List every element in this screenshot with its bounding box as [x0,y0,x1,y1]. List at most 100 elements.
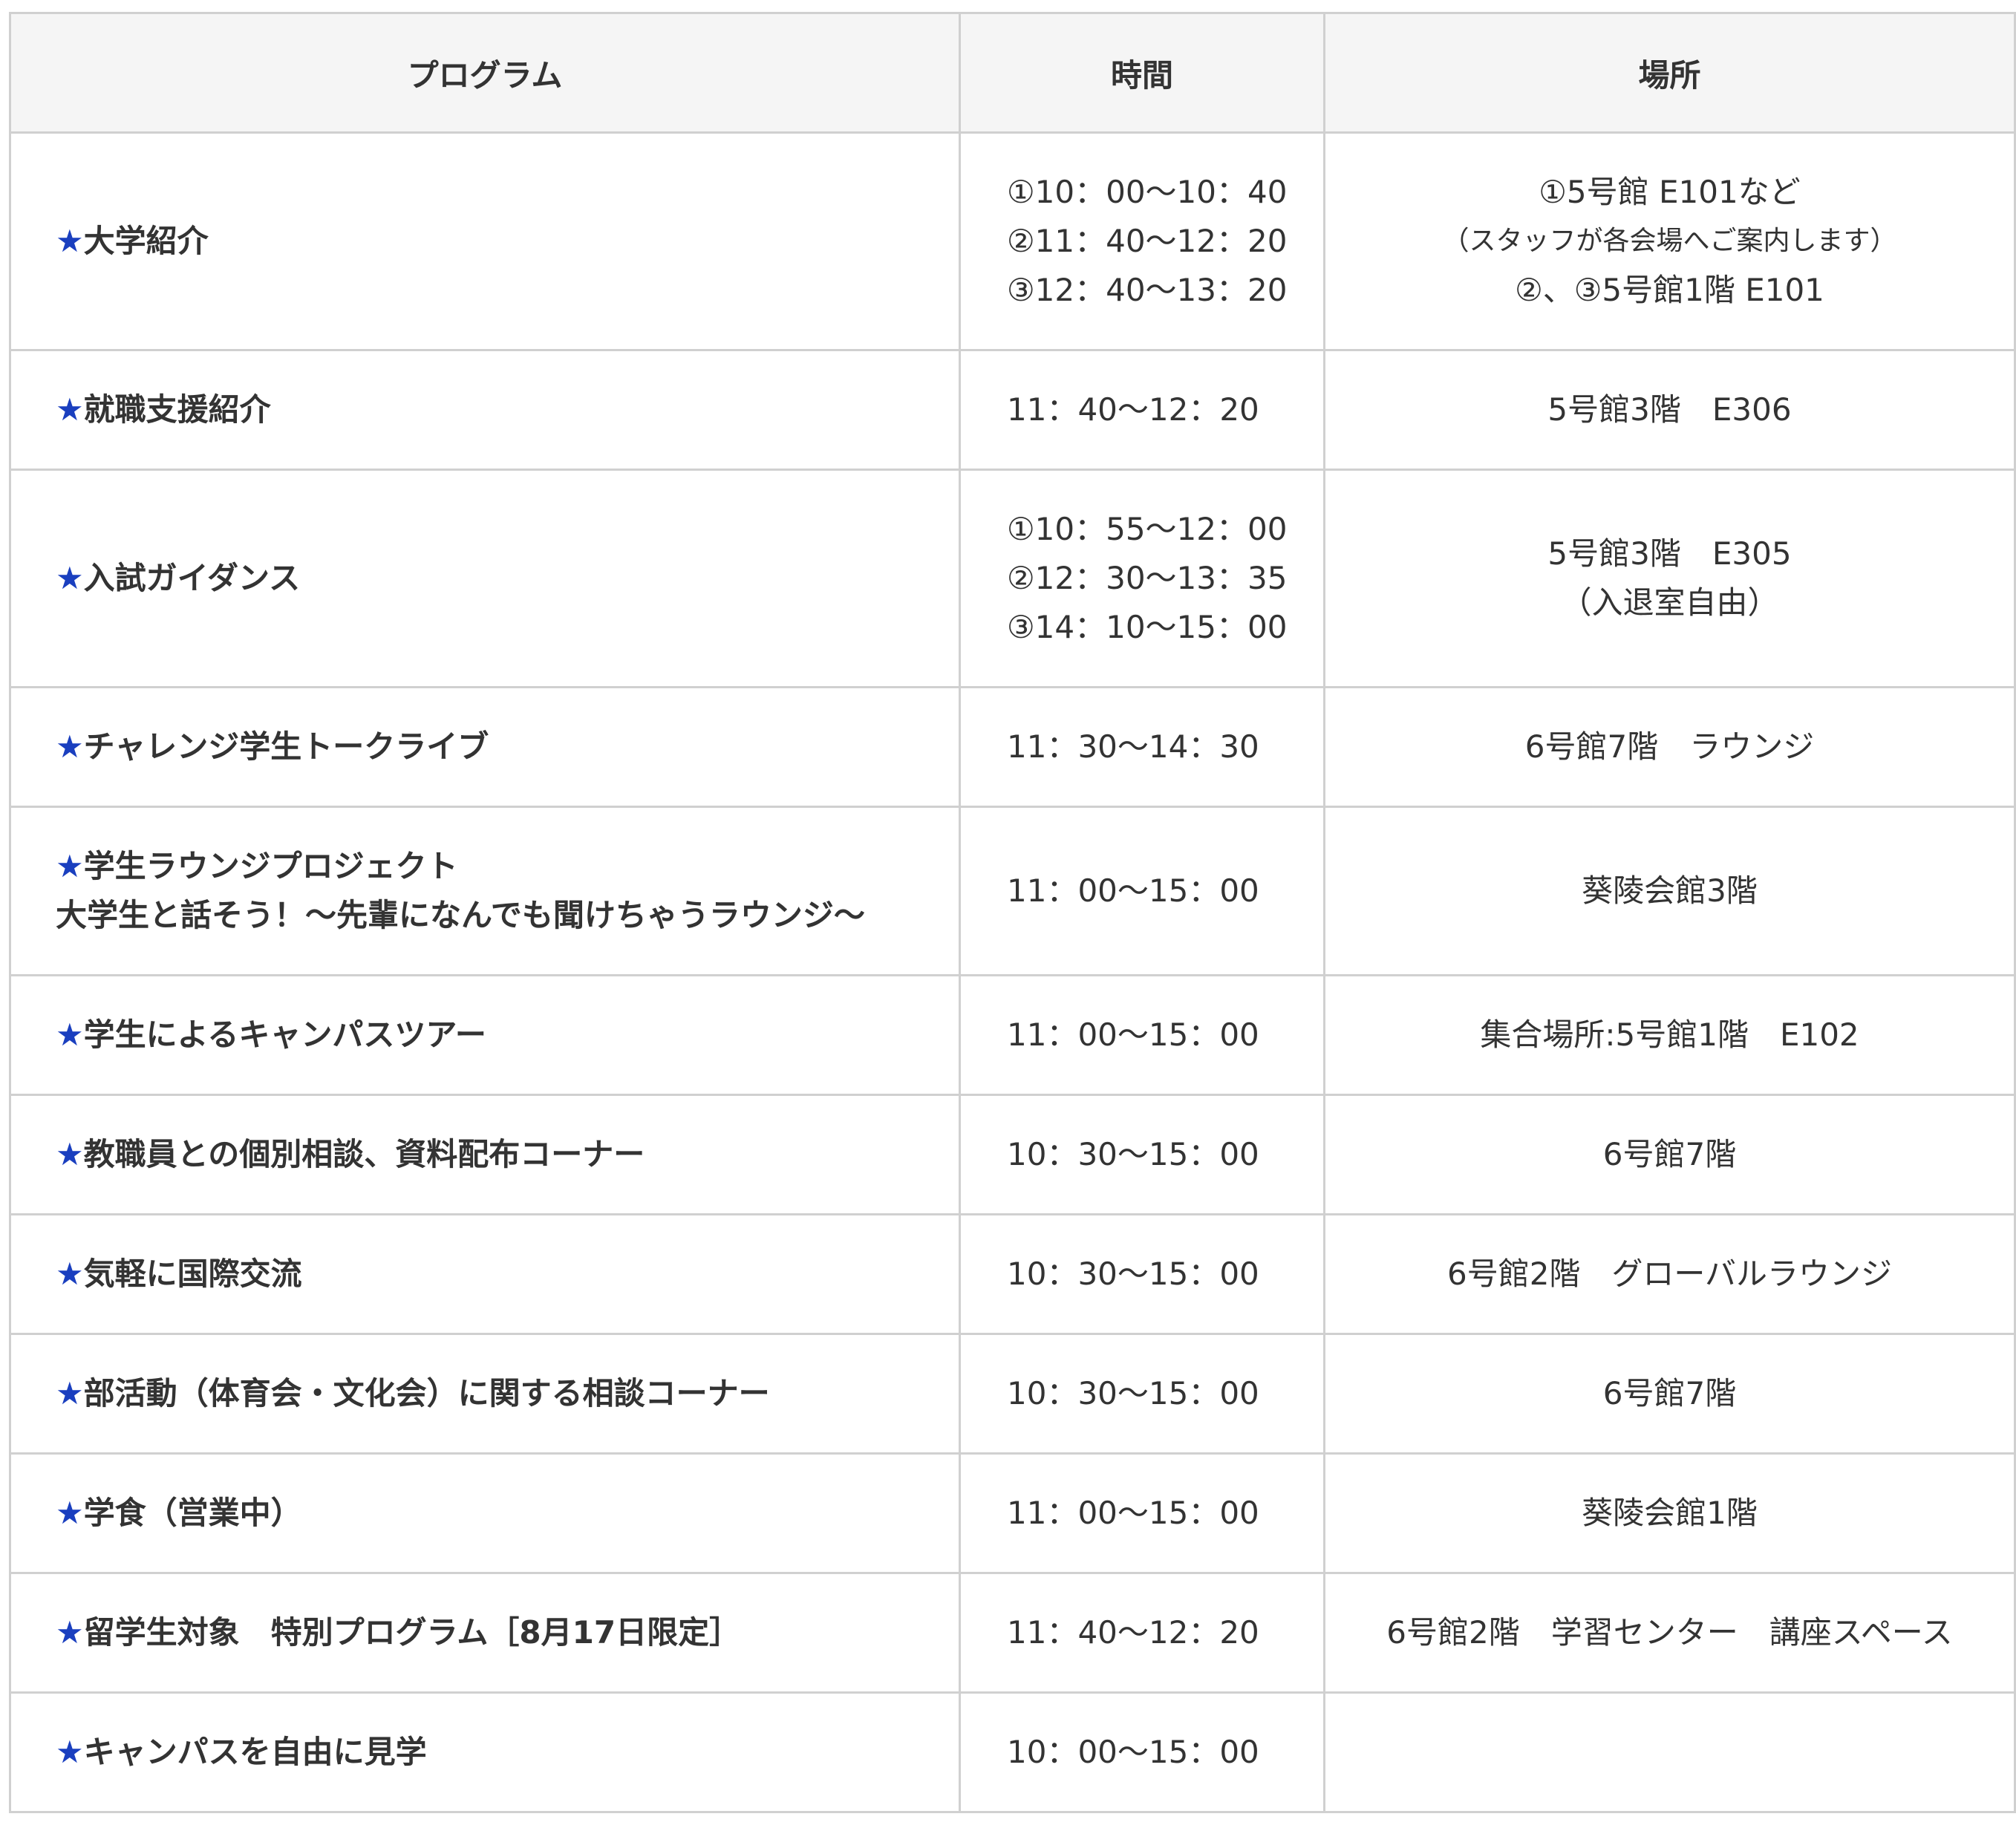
star-icon: ★ [56,223,84,259]
program-cell: ★キャンパスを自由に見学 [9,1691,961,1813]
star-icon: ★ [56,1136,84,1172]
place-line: 集合場所:5号館1階 E102 [1480,1016,1859,1053]
program-name: 大学紹介 [83,223,209,259]
program-line: ★キャンパスを自由に見学 [56,1728,944,1777]
time-line: ①10：55〜12：00 [1007,511,1288,547]
table-row: ★大学紹介 ①10：00〜10：40 ②11：40〜12：20 ③12：40〜13：2… [9,131,2016,351]
star-icon: ★ [56,1734,84,1770]
time-line: ③12：40〜13：20 [1007,272,1288,308]
place-cell: 6号館2階 グローバルラウンジ [1323,1213,2016,1335]
program-name: 入試ガイダンス [83,560,301,596]
time-line: 10：30〜15：00 [1007,1375,1259,1411]
program-cell: ★就職支援紹介 [9,349,961,471]
table-row: ★学生によるキャンパスツアー 11：00〜15：00 集合場所:5号館1階 E102 [9,974,2016,1096]
time-line: 11：00〜15：00 [1007,872,1259,909]
program-line: ★気軽に国際交流 [56,1250,944,1299]
star-icon: ★ [56,1016,84,1053]
program-name: 学生ラウンジプロジェクト [83,848,458,884]
time-line: ②12：30〜13：35 [1007,560,1288,596]
program-line: ★部活動（体育会・文化会）に関する相談コーナー [56,1369,944,1418]
program-name: 部活動（体育会・文化会）に関する相談コーナー [83,1375,770,1411]
time-line: 10：00〜15：00 [1007,1734,1259,1770]
header-time: 時間 [959,12,1325,134]
program-name: 学食（営業中） [83,1495,302,1531]
star-icon: ★ [56,391,84,428]
program-line: ★入試ガイダンス [56,554,944,603]
program-cell: ★部活動（体育会・文化会）に関する相談コーナー [9,1333,961,1455]
time-line: ③14：10〜15：00 [1007,609,1288,645]
star-icon: ★ [56,560,84,596]
program-cell: ★気軽に国際交流 [9,1213,961,1335]
place-line: 5号館3階 E305 [1547,535,1792,572]
time-line: ①10：00〜10：40 [1007,174,1288,210]
program-line: ★学食（営業中） [56,1489,944,1538]
program-name: 学生によるキャンパスツアー [83,1016,486,1053]
star-icon: ★ [56,728,84,765]
header-program: プログラム [9,12,961,134]
time-line: 11：40〜12：20 [1007,391,1259,428]
place-cell: ①5号館 E101など （スタッフが各会場へご案内します） ②、③5号館1階 E10… [1323,131,2016,351]
program-line: ★チャレンジ学生トークライブ [56,722,944,771]
program-cell: ★大学紹介 [9,131,961,351]
time-line: 11：30〜14：30 [1007,728,1259,765]
table-body: ★大学紹介 ①10：00〜10：40 ②11：40〜12：20 ③12：40〜13：2… [9,131,2016,1813]
place-line: 葵陵会館1階 [1582,1495,1758,1531]
table-row: ★学生ラウンジプロジェクト 大学生と話そう！〜先輩になんでも聞けちゃうラウンジ〜 1… [9,806,2016,976]
program-cell: ★留学生対象 特別プログラム［8月17日限定］ [9,1572,961,1694]
time-cell: 11：40〜12：20 [959,1572,1325,1694]
program-line: ★就職支援紹介 [56,385,944,434]
star-icon: ★ [56,848,84,884]
table-row: ★留学生対象 特別プログラム［8月17日限定］ 11：40〜12：20 6号館2階 … [9,1572,2016,1694]
program-name: 気軽に国際交流 [83,1256,302,1292]
place-cell: 6号館7階 [1323,1333,2016,1455]
time-cell: 11：40〜12：20 [959,349,1325,471]
place-line: 6号館2階 学習センター 講座スペース [1386,1614,1953,1651]
table-row: ★部活動（体育会・文化会）に関する相談コーナー 10：30〜15：00 6号館7階 [9,1333,2016,1455]
time-cell: 10：30〜15：00 [959,1094,1325,1215]
schedule-table: プログラム 時間 場所 ★大学紹介 ①10：00〜10：40 ②11：40〜12：2… [9,12,2016,1813]
place-line: 6号館2階 グローバルラウンジ [1446,1256,1893,1292]
time-line: ②11：40〜12：20 [1007,223,1288,259]
table-row: ★入試ガイダンス ①10：55〜12：00 ②12：30〜13：35 ③14：10〜1… [9,469,2016,688]
table-row: ★気軽に国際交流 10：30〜15：00 6号館2階 グローバルラウンジ [9,1213,2016,1335]
place-line: ①5号館 E101など [1539,174,1801,210]
program-name: チャレンジ学生トークライブ [83,728,489,765]
time-line: 11：40〜12：20 [1007,1614,1259,1651]
time-cell: 11：00〜15：00 [959,806,1325,976]
time-cell: 10：30〜15：00 [959,1333,1325,1455]
program-line: ★学生ラウンジプロジェクト [56,842,944,891]
place-cell: 葵陵会館3階 [1323,806,2016,976]
place-cell: 6号館7階 [1323,1094,2016,1215]
program-cell: ★チャレンジ学生トークライブ [9,686,961,808]
time-cell: 10：30〜15：00 [959,1213,1325,1335]
place-cell: 6号館7階 ラウンジ [1323,686,2016,808]
star-icon: ★ [56,1614,84,1651]
table-header-row: プログラム 時間 場所 [9,12,2016,134]
program-line: ★留学生対象 特別プログラム［8月17日限定］ [56,1608,944,1657]
header-place: 場所 [1323,12,2016,134]
place-cell: 6号館2階 学習センター 講座スペース [1323,1572,2016,1694]
schedule-table-wrapper: プログラム 時間 場所 ★大学紹介 ①10：00〜10：40 ②11：40〜12：2… [9,12,2016,1813]
place-cell: 5号館3階 E305 （入退室自由） [1323,469,2016,688]
star-icon: ★ [56,1256,84,1292]
time-cell: ①10：00〜10：40 ②11：40〜12：20 ③12：40〜13：20 [959,131,1325,351]
table-row: ★教職員との個別相談、資料配布コーナー 10：30〜15：00 6号館7階 [9,1094,2016,1215]
place-cell: 葵陵会館1階 [1323,1452,2016,1574]
star-icon: ★ [56,1495,84,1531]
time-line: 10：30〜15：00 [1007,1256,1259,1292]
time-cell: 11：00〜15：00 [959,1452,1325,1574]
program-name: 教職員との個別相談、資料配布コーナー [83,1136,645,1172]
time-cell: ①10：55〜12：00 ②12：30〜13：35 ③14：10〜15：00 [959,469,1325,688]
place-line: （入退室自由） [1560,584,1779,621]
time-cell: 11：30〜14：30 [959,686,1325,808]
place-cell [1323,1691,2016,1813]
program-cell: ★学生ラウンジプロジェクト 大学生と話そう！〜先輩になんでも聞けちゃうラウンジ〜 [9,806,961,976]
program-line: ★学生によるキャンパスツアー [56,1011,944,1060]
place-line: （スタッフが各会場へご案内します） [1442,226,1897,256]
place-cell: 集合場所:5号館1階 E102 [1323,974,2016,1096]
table-row: ★チャレンジ学生トークライブ 11：30〜14：30 6号館7階 ラウンジ [9,686,2016,808]
program-cell: ★教職員との個別相談、資料配布コーナー [9,1094,961,1215]
place-line: ②、③5号館1階 E101 [1515,272,1824,308]
program-name: 就職支援紹介 [83,391,271,428]
place-line: 6号館7階 ラウンジ [1524,728,1815,765]
